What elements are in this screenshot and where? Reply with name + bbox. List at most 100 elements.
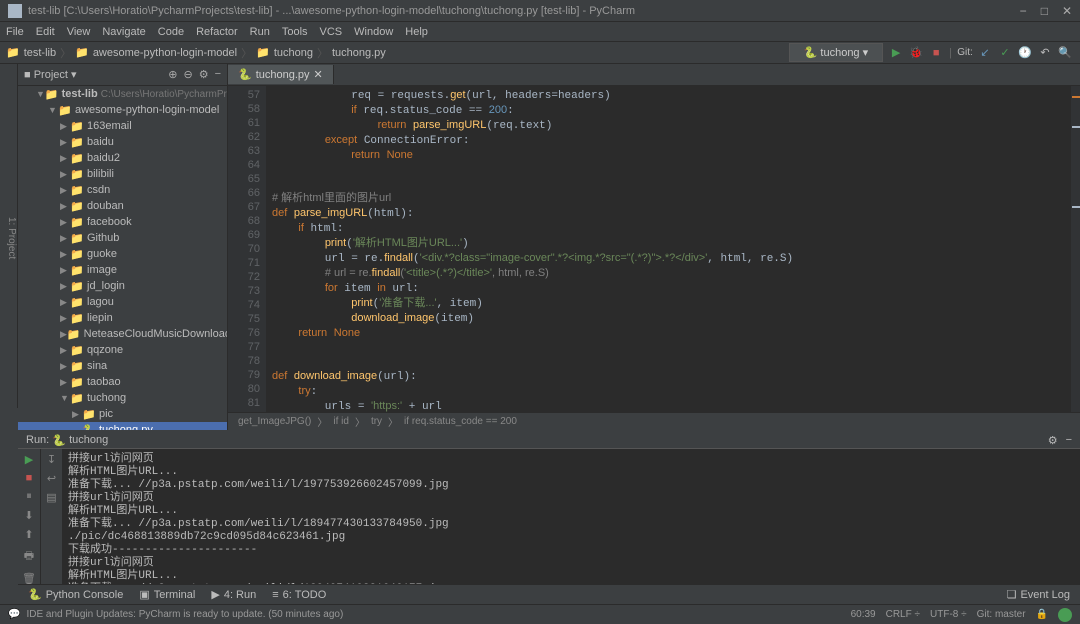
- tree-folder[interactable]: ▶📁csdn: [18, 182, 227, 198]
- tree-pic[interactable]: ▶📁pic: [18, 406, 227, 422]
- tab-project[interactable]: 1: Project: [6, 217, 17, 259]
- hide-icon[interactable]: −: [1066, 434, 1072, 447]
- filter-icon[interactable]: ▤: [46, 491, 56, 504]
- tree-folder[interactable]: ▶📁NeteaseCloudMusicDownload: [18, 326, 227, 342]
- lock-icon[interactable]: 🔒: [1036, 609, 1048, 620]
- down-icon[interactable]: ⬇: [24, 509, 33, 522]
- menu-edit[interactable]: Edit: [36, 26, 55, 38]
- rerun-icon[interactable]: ▶: [25, 453, 33, 466]
- nav-bar: 📁 test-lib 〉 📁 awesome-python-login-mode…: [0, 42, 1080, 64]
- tree-folder[interactable]: ▶📁qqzone: [18, 342, 227, 358]
- menu-file[interactable]: File: [6, 26, 24, 38]
- close-button[interactable]: ✕: [1062, 4, 1072, 18]
- project-tree[interactable]: ▼📁test-lib C:\Users\Horatio\PycharmProje…: [18, 86, 227, 430]
- collapse-icon[interactable]: ⊕: [168, 68, 177, 81]
- vcs-update-icon[interactable]: ↙: [978, 46, 992, 60]
- tab-todo[interactable]: ≡ 6: TODO: [272, 589, 326, 601]
- gear-icon[interactable]: ⚙: [1048, 434, 1058, 447]
- tree-folder[interactable]: ▶📁jd_login: [18, 278, 227, 294]
- menu-navigate[interactable]: Navigate: [102, 26, 145, 38]
- left-tool-tabs: 1: Project 2: Favorites 7: Structure: [0, 64, 18, 408]
- breadcrumb-root[interactable]: test-lib: [24, 47, 56, 59]
- git-label: Git:: [958, 46, 972, 60]
- gear-icon[interactable]: ⚙: [199, 68, 209, 81]
- search-icon[interactable]: 🔍: [1058, 46, 1072, 60]
- tree-folder[interactable]: ▶📁baidu2: [18, 150, 227, 166]
- editor-tab-tuchong[interactable]: 🐍 tuchong.py ✕: [228, 65, 334, 84]
- trash-icon[interactable]: 🗑: [22, 572, 36, 585]
- editor-breadcrumb[interactable]: get_ImageJPG()〉 if id〉 try〉 if req.statu…: [228, 412, 1080, 430]
- tree-folder[interactable]: ▶📁facebook: [18, 214, 227, 230]
- statusbar: 💬 IDE and Plugin Updates: PyCharm is rea…: [0, 604, 1080, 624]
- tree-folder[interactable]: ▶📁lagou: [18, 294, 227, 310]
- menu-window[interactable]: Window: [354, 26, 393, 38]
- editor-minimap[interactable]: [1070, 86, 1080, 412]
- run-config-name: tuchong: [69, 434, 108, 446]
- target-icon[interactable]: ⊖: [183, 68, 192, 81]
- pause-icon[interactable]: ⏸: [26, 490, 32, 503]
- menu-view[interactable]: View: [67, 26, 91, 38]
- stop-icon[interactable]: ■: [929, 46, 943, 60]
- git-branch[interactable]: Git: master: [977, 609, 1026, 620]
- tree-folder[interactable]: ▶📁guoke: [18, 246, 227, 262]
- minimize-button[interactable]: −: [1020, 4, 1027, 18]
- breadcrumb-model[interactable]: awesome-python-login-model: [93, 47, 237, 59]
- project-panel: ■ Project ▾ ⊕ ⊖ ⚙ − ▼📁test-lib C:\Users\…: [18, 64, 228, 430]
- run-output[interactable]: 拼接url访问网页 解析HTML图片URL... 准备下载... //p3a.p…: [62, 449, 1080, 584]
- menu-tools[interactable]: Tools: [282, 26, 308, 38]
- menu-help[interactable]: Help: [405, 26, 428, 38]
- tree-root[interactable]: ▼📁test-lib C:\Users\Horatio\PycharmProje…: [18, 86, 227, 102]
- tree-file-tuchong[interactable]: 🐍tuchong.py: [18, 422, 227, 430]
- breadcrumb-tuchong[interactable]: tuchong: [274, 47, 313, 59]
- menu-refactor[interactable]: Refactor: [196, 26, 238, 38]
- debug-icon[interactable]: 🐞: [909, 46, 923, 60]
- menu-run[interactable]: Run: [250, 26, 270, 38]
- status-indicator-icon[interactable]: [1058, 608, 1072, 622]
- print-icon[interactable]: 🖶: [24, 547, 34, 566]
- encoding[interactable]: UTF-8 ÷: [930, 609, 967, 620]
- code-editor[interactable]: req = requests.get(url, headers=headers)…: [266, 86, 1070, 412]
- tree-folder[interactable]: ▶📁bilibili: [18, 166, 227, 182]
- folder-icon: 📁: [75, 46, 89, 59]
- vcs-commit-icon[interactable]: ✓: [998, 46, 1012, 60]
- window-controls: − □ ✕: [1020, 4, 1072, 18]
- cursor-position[interactable]: 60:39: [851, 609, 876, 620]
- vcs-history-icon[interactable]: 🕐: [1018, 46, 1032, 60]
- folder-icon: 📁: [6, 46, 20, 59]
- up-icon[interactable]: ⬆: [24, 528, 33, 541]
- run-toolbar: ▶ ■ ⏸ ⬇ ⬆ 🖶 🗑: [18, 449, 40, 584]
- run-config-select[interactable]: 🐍 tuchong ▾: [789, 43, 884, 62]
- line-ending[interactable]: CRLF ÷: [886, 609, 920, 620]
- status-icon: 💬: [8, 609, 20, 620]
- menu-vcs[interactable]: VCS: [320, 26, 343, 38]
- tree-folder[interactable]: ▶📁baidu: [18, 134, 227, 150]
- bottom-tool-tabs: 🐍 Python Console ▣ Terminal ▶ 4: Run ≡ 6…: [18, 584, 1080, 604]
- scroll-icon[interactable]: ↧: [47, 453, 56, 466]
- tree-folder[interactable]: ▶📁163email: [18, 118, 227, 134]
- tree-folder[interactable]: ▶📁douban: [18, 198, 227, 214]
- run-toolbar-2: ↧ ↩ ▤: [40, 449, 62, 584]
- status-message: IDE and Plugin Updates: PyCharm is ready…: [26, 609, 343, 620]
- tree-folder[interactable]: ▶📁sina: [18, 358, 227, 374]
- stop-icon[interactable]: ■: [26, 472, 33, 484]
- tree-folder[interactable]: ▶📁image: [18, 262, 227, 278]
- tree-model[interactable]: ▼📁awesome-python-login-model: [18, 102, 227, 118]
- hide-icon[interactable]: −: [215, 68, 221, 81]
- tree-folder-tuchong[interactable]: ▼📁tuchong: [18, 390, 227, 406]
- tree-folder[interactable]: ▶📁liepin: [18, 310, 227, 326]
- run-panel-title: Run:: [26, 434, 49, 446]
- menu-code[interactable]: Code: [158, 26, 184, 38]
- breadcrumb-file[interactable]: tuchong.py: [332, 47, 386, 59]
- pycharm-icon: [8, 4, 22, 18]
- vcs-revert-icon[interactable]: ↶: [1038, 46, 1052, 60]
- editor-area: 🐍 tuchong.py ✕ 5758616263646566676869707…: [228, 64, 1080, 430]
- run-icon[interactable]: ▶: [889, 46, 903, 60]
- maximize-button[interactable]: □: [1041, 4, 1048, 18]
- titlebar: test-lib [C:\Users\Horatio\PycharmProjec…: [0, 0, 1080, 22]
- tree-folder[interactable]: ▶📁Github: [18, 230, 227, 246]
- panel-title: ■ Project ▾: [24, 68, 77, 81]
- window-title: test-lib [C:\Users\Horatio\PycharmProjec…: [28, 5, 1020, 17]
- wrap-icon[interactable]: ↩: [47, 472, 56, 485]
- menubar: File Edit View Navigate Code Refactor Ru…: [0, 22, 1080, 42]
- tree-folder[interactable]: ▶📁taobao: [18, 374, 227, 390]
